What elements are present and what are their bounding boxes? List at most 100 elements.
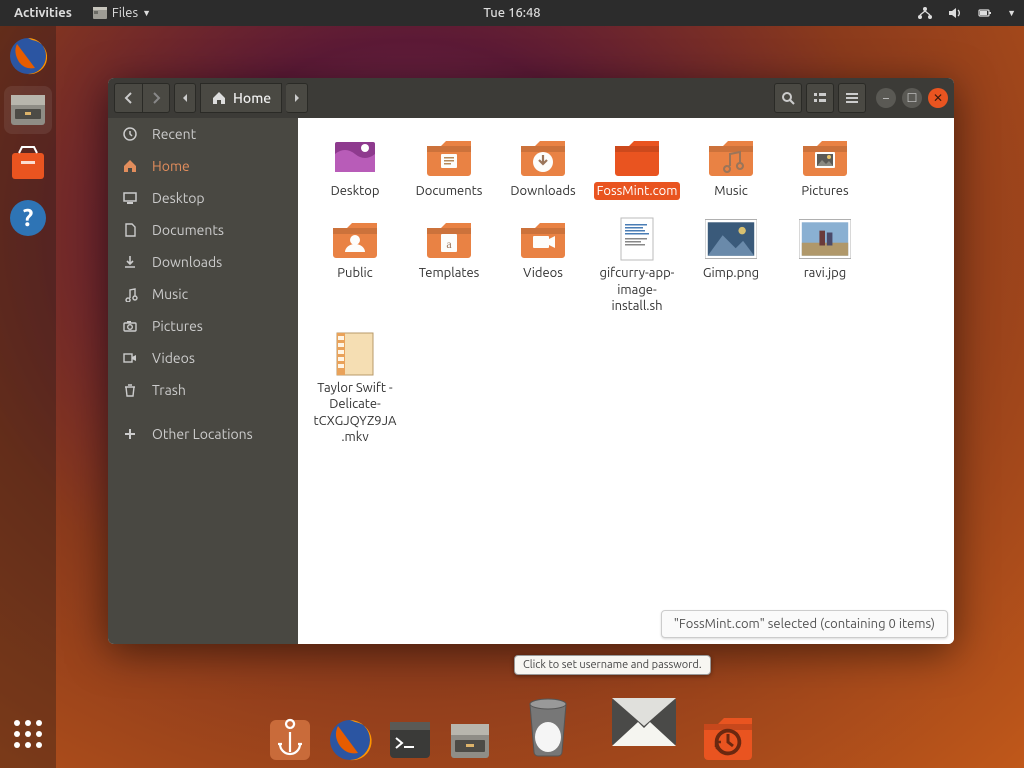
show-applications-icon[interactable] (4, 710, 52, 758)
file-item[interactable]: ravi.jpg (778, 210, 872, 321)
file-thumb (329, 134, 381, 180)
sidebar-item-home[interactable]: Home (108, 150, 298, 182)
list-icon (812, 90, 828, 106)
file-grid[interactable]: Desktop Documents Downloads FossMint.com Mus… (298, 118, 954, 644)
system-tray[interactable]: ▼ (917, 5, 1016, 21)
chevron-down-icon: ▼ (142, 8, 151, 18)
file-item[interactable]: Public (308, 210, 402, 321)
file-thumb: a (423, 216, 475, 262)
help-icon[interactable]: ? (4, 194, 52, 242)
firefox-icon[interactable] (4, 32, 52, 80)
file-label: Desktop (328, 182, 383, 200)
search-button[interactable] (774, 83, 802, 113)
file-item[interactable]: Taylor Swift - Delicate-tCXGJQYZ9JA.mkv (308, 325, 402, 452)
sidebar-item-music[interactable]: Music (108, 278, 298, 310)
home-icon (122, 158, 140, 174)
volume-icon[interactable] (947, 5, 963, 21)
battery-icon[interactable] (977, 5, 993, 21)
sidebar: Recent HomeDesktop Documents Downloads Music… (108, 118, 298, 644)
file-label: Videos (520, 264, 566, 282)
titlebar: Home – ☐ ✕ (108, 78, 954, 118)
file-item[interactable]: gifcurry-app-image-install.sh (590, 210, 684, 321)
sidebar-item-label: Downloads (152, 254, 222, 270)
sidebar-item-label: Recent (152, 126, 196, 142)
network-icon[interactable] (917, 5, 933, 21)
search-icon (780, 90, 796, 106)
video-icon (122, 350, 140, 366)
breadcrumb-label: Home (233, 90, 271, 106)
activities-button[interactable]: Activities (8, 6, 78, 20)
files-icon[interactable] (4, 86, 52, 134)
file-thumb (517, 216, 569, 262)
file-item[interactable]: FossMint.com (590, 128, 684, 206)
file-thumb (611, 216, 663, 262)
sidebar-item-pictures[interactable]: Pictures (108, 310, 298, 342)
desktop-icon (122, 190, 140, 206)
minimize-button[interactable]: – (876, 88, 896, 108)
file-label: Music (711, 182, 751, 200)
dock-files-icon[interactable] (444, 714, 496, 766)
sidebar-item-label: Other Locations (152, 426, 253, 442)
file-item[interactable]: Downloads (496, 128, 590, 206)
sidebar-item-label: Videos (152, 350, 195, 366)
view-list-button[interactable] (806, 83, 834, 113)
dock-trash-icon[interactable] (504, 678, 592, 766)
maximize-button[interactable]: ☐ (902, 88, 922, 108)
download-icon (122, 254, 140, 270)
dock-mail-icon[interactable] (600, 678, 688, 766)
file-thumb (423, 134, 475, 180)
sidebar-item-videos[interactable]: Videos (108, 342, 298, 374)
file-item[interactable]: Gimp.png (684, 210, 778, 321)
sidebar-item-label: Trash (152, 382, 186, 398)
path-forward-button[interactable] (286, 83, 308, 113)
svg-text:a: a (446, 237, 452, 251)
sidebar-item-documents[interactable]: Documents (108, 214, 298, 246)
path-back-button[interactable] (174, 83, 196, 113)
sidebar-item-other-locations[interactable]: Other Locations (108, 418, 298, 450)
breadcrumb-home[interactable]: Home (200, 83, 282, 113)
file-item[interactable]: Pictures (778, 128, 872, 206)
clock[interactable]: Tue 16:48 (483, 6, 540, 20)
file-label: Downloads (507, 182, 578, 200)
file-label: gifcurry-app-image-install.sh (592, 264, 682, 315)
dock-backup-icon[interactable] (696, 702, 760, 766)
file-item[interactable]: Music (684, 128, 778, 206)
file-label: Documents (413, 182, 486, 200)
music-icon (122, 286, 140, 302)
sidebar-item-label: Documents (152, 222, 224, 238)
status-bar: "FossMint.com" selected (containing 0 it… (661, 610, 948, 638)
forward-button[interactable] (142, 83, 170, 113)
file-item[interactable]: Desktop (308, 128, 402, 206)
top-bar: Activities Files ▼ Tue 16:48 ▼ (0, 0, 1024, 26)
dock-terminal-icon[interactable] (384, 714, 436, 766)
home-icon (211, 90, 227, 106)
chevron-down-icon: ▼ (1007, 8, 1016, 18)
sidebar-item-downloads[interactable]: Downloads (108, 246, 298, 278)
hamburger-icon (844, 90, 860, 106)
close-button[interactable]: ✕ (928, 88, 948, 108)
hamburger-button[interactable] (838, 83, 866, 113)
file-item[interactable]: Documents (402, 128, 496, 206)
dock (264, 678, 760, 766)
file-item[interactable]: aTemplates (402, 210, 496, 321)
files-app-menu[interactable]: Files ▼ (92, 5, 151, 21)
dock-anchor-icon[interactable] (264, 714, 316, 766)
file-thumb (799, 134, 851, 180)
sidebar-item-label: Music (152, 286, 188, 302)
file-thumb (611, 134, 663, 180)
sidebar-item-desktop[interactable]: Desktop (108, 182, 298, 214)
clock-icon (122, 126, 140, 142)
camera-icon (122, 318, 140, 334)
sidebar-item-recent[interactable]: Recent (108, 118, 298, 150)
file-label: Gimp.png (700, 264, 762, 282)
dock-firefox-icon[interactable] (324, 714, 376, 766)
file-label: Taylor Swift - Delicate-tCXGJQYZ9JA.mkv (310, 379, 400, 446)
sidebar-item-trash[interactable]: Trash (108, 374, 298, 406)
file-thumb (705, 134, 757, 180)
back-button[interactable] (114, 83, 142, 113)
trash-icon (122, 382, 140, 398)
files-menu-label: Files (112, 6, 138, 20)
software-icon[interactable] (4, 140, 52, 188)
file-item[interactable]: Videos (496, 210, 590, 321)
plus-icon (122, 426, 140, 442)
